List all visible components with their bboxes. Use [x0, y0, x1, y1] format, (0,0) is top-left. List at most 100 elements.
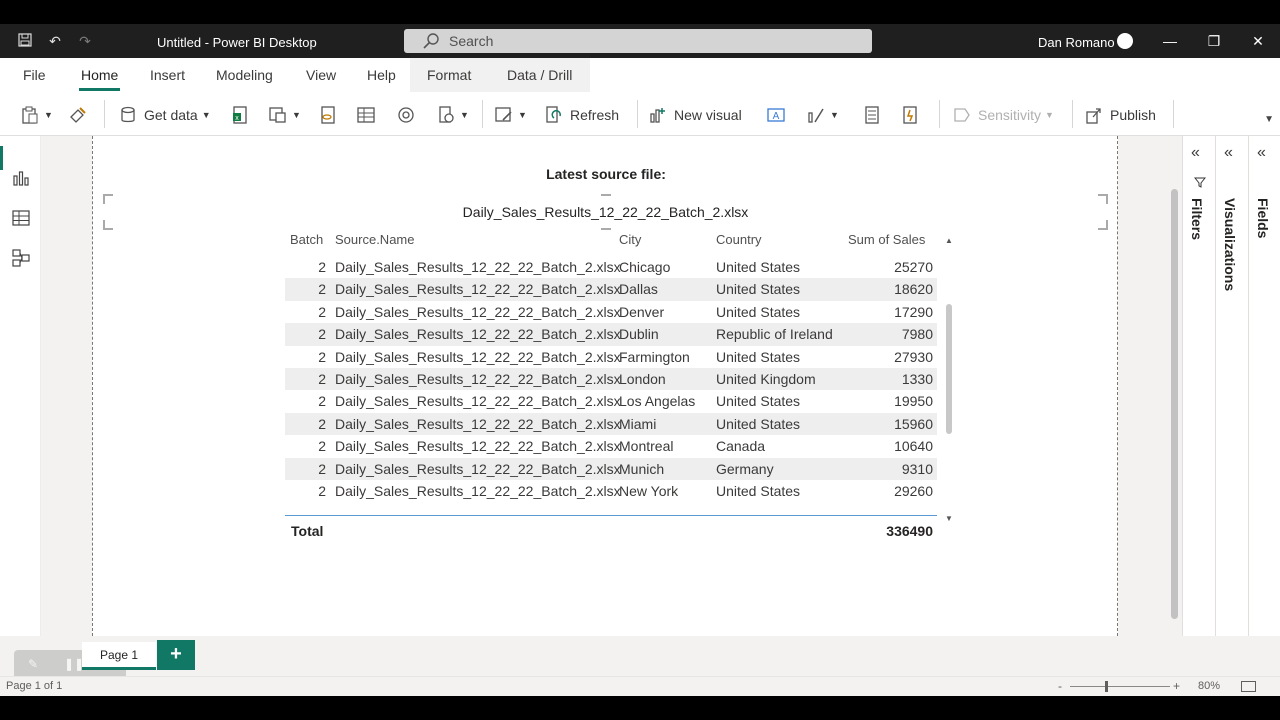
table-row[interactable]: 2 Daily_Sales_Results_12_22_22_Batch_2.xl… — [285, 412, 937, 436]
tab-view[interactable]: View — [306, 67, 336, 83]
tab-help[interactable]: Help — [367, 67, 396, 83]
enter-data-button[interactable] — [356, 104, 376, 126]
search-input[interactable]: Search — [404, 29, 872, 53]
data-hub-button[interactable]: ▼ — [268, 104, 301, 126]
model-view-icon[interactable] — [11, 248, 31, 268]
filter-icon — [1194, 177, 1206, 188]
format-painter-button[interactable] — [68, 104, 88, 126]
quick-measure-icon — [903, 106, 917, 124]
active-view-indicator — [0, 146, 3, 170]
quick-measure-button[interactable] — [900, 104, 920, 126]
table-row[interactable]: 2 Daily_Sales_Results_12_22_22_Batch_2.xl… — [285, 301, 937, 323]
zoom-level[interactable]: 80% — [1198, 680, 1220, 692]
column-header-batch[interactable]: Batch — [290, 232, 323, 247]
add-page-button[interactable]: + — [157, 640, 195, 670]
user-name[interactable]: Dan Romano — [1038, 35, 1115, 50]
column-header-country[interactable]: Country — [716, 232, 762, 247]
cell-country: United States — [716, 348, 801, 365]
svg-text:x: x — [235, 115, 239, 122]
collapse-ribbon-icon[interactable]: ▼ — [1264, 114, 1274, 125]
tab-modeling[interactable]: Modeling — [216, 67, 273, 83]
cell-sum-of-sales: 17290 — [894, 303, 933, 320]
tab-home[interactable]: Home — [78, 67, 121, 91]
text-box-button[interactable]: A — [766, 104, 786, 126]
scroll-up-icon[interactable]: ▲ — [945, 236, 953, 245]
table-row[interactable]: 2 Daily_Sales_Results_12_22_22_Batch_2.xl… — [285, 256, 937, 278]
table-row[interactable]: 2 Daily_Sales_Results_12_22_22_Batch_2.xl… — [285, 480, 937, 502]
dataverse-button[interactable] — [396, 104, 416, 126]
selection-handle[interactable] — [1098, 220, 1108, 230]
avatar[interactable] — [1117, 33, 1133, 49]
report-canvas[interactable]: Latest source file: Daily_Sales_Results_… — [42, 136, 1182, 636]
table-row[interactable]: 2 Daily_Sales_Results_12_22_22_Batch_2.xl… — [285, 323, 937, 346]
zoom-in-button[interactable]: + — [1173, 679, 1180, 693]
save-icon[interactable] — [17, 33, 33, 49]
cell-country: Germany — [716, 460, 774, 477]
selection-handle[interactable] — [103, 220, 113, 230]
report-view-icon[interactable] — [11, 168, 31, 188]
publish-button[interactable]: Publish — [1084, 104, 1156, 126]
new-measure-button[interactable] — [862, 104, 882, 126]
cell-batch: 2 — [318, 460, 326, 477]
fields-pane[interactable]: « Fields — [1248, 136, 1280, 636]
transform-data-button[interactable]: ▼ — [494, 104, 527, 126]
tab-format[interactable]: Format — [427, 67, 471, 83]
cell-source-name: Daily_Sales_Results_12_22_22_Batch_2.xls… — [335, 348, 621, 365]
ribbon-separator — [1173, 100, 1174, 128]
get-data-button[interactable]: Get data ▼ — [118, 104, 211, 126]
selection-handle[interactable] — [601, 220, 611, 230]
table-row[interactable]: 2 Daily_Sales_Results_12_22_22_Batch_2.xl… — [285, 368, 937, 391]
edit-icon: ✎ — [28, 657, 39, 671]
cell-source-name: Daily_Sales_Results_12_22_22_Batch_2.xls… — [335, 326, 621, 343]
undo-icon[interactable]: ↶ — [47, 33, 63, 49]
table-row[interactable]: 2 Daily_Sales_Results_12_22_22_Batch_2.xl… — [285, 278, 937, 301]
selection-handle[interactable] — [103, 194, 113, 204]
table-row[interactable]: 2 Daily_Sales_Results_12_22_22_Batch_2.xl… — [285, 390, 937, 412]
column-header-city[interactable]: City — [619, 232, 641, 247]
power-bi-window: ↶ ↷ Untitled - Power BI Desktop Search D… — [0, 24, 1280, 696]
zoom-slider[interactable] — [1070, 686, 1170, 687]
get-data-label: Get data — [144, 107, 198, 123]
cell-sum-of-sales: 10640 — [894, 438, 933, 455]
visualizations-pane[interactable]: « Visualizations — [1215, 136, 1248, 636]
sql-server-button[interactable] — [318, 104, 338, 126]
tab-insert[interactable]: Insert — [150, 67, 185, 83]
selection-handle[interactable] — [601, 194, 611, 204]
tab-file[interactable]: File — [23, 67, 46, 83]
column-header-sum-of-sales[interactable]: Sum of Sales — [848, 232, 925, 247]
more-visuals-button[interactable]: ▼ — [806, 104, 839, 126]
recent-sources-button[interactable]: ▼ — [436, 104, 469, 126]
scroll-down-icon[interactable]: ▼ — [945, 514, 953, 523]
zoom-out-button[interactable]: - — [1058, 679, 1062, 693]
minimize-button[interactable]: — — [1161, 32, 1179, 50]
data-view-icon[interactable] — [11, 208, 31, 228]
tab-data-drill[interactable]: Data / Drill — [507, 67, 572, 83]
table-scroll-thumb[interactable] — [946, 304, 952, 434]
table-visual[interactable]: Batch Source.Name City Country Sum of Sa… — [285, 232, 953, 539]
expand-visualizations-icon[interactable]: « — [1224, 144, 1233, 162]
expand-fields-icon[interactable]: « — [1257, 144, 1266, 162]
filters-pane[interactable]: « Filters — [1182, 136, 1215, 636]
selection-handle[interactable] — [1098, 194, 1108, 204]
ribbon-toolbar: ▼ Get data ▼ x ▼ ▼ ▼ Refresh New visual … — [0, 92, 1280, 136]
expand-filters-icon[interactable]: « — [1191, 144, 1200, 162]
table-row[interactable]: 2 Daily_Sales_Results_12_22_22_Batch_2.xl… — [285, 435, 937, 457]
paste-button[interactable]: ▼ — [20, 104, 53, 126]
table-row[interactable]: 2 Daily_Sales_Results_12_22_22_Batch_2.xl… — [285, 346, 937, 368]
refresh-button[interactable]: Refresh — [544, 104, 619, 126]
table-scrollbar[interactable]: ▲ ▼ — [945, 236, 953, 526]
column-header-source-name[interactable]: Source.Name — [335, 232, 414, 247]
report-page[interactable]: Latest source file: Daily_Sales_Results_… — [92, 136, 1118, 636]
zoom-slider-thumb[interactable] — [1105, 681, 1108, 692]
fit-to-page-icon[interactable] — [1241, 681, 1256, 692]
new-visual-button[interactable]: New visual — [648, 104, 742, 126]
canvas-scrollbar[interactable] — [1170, 179, 1180, 639]
close-button[interactable]: ✕ — [1249, 32, 1267, 50]
excel-workbook-button[interactable]: x — [230, 104, 250, 126]
restore-button[interactable]: ❐ — [1205, 32, 1223, 50]
canvas-scroll-thumb[interactable] — [1171, 189, 1178, 619]
table-row[interactable]: 2 Daily_Sales_Results_12_22_22_Batch_2.xl… — [285, 457, 937, 480]
ribbon-separator — [939, 100, 940, 128]
page-tab-1[interactable]: Page 1 — [82, 642, 156, 670]
card-visual[interactable]: Daily_Sales_Results_12_22_22_Batch_2.xls… — [103, 194, 1108, 230]
